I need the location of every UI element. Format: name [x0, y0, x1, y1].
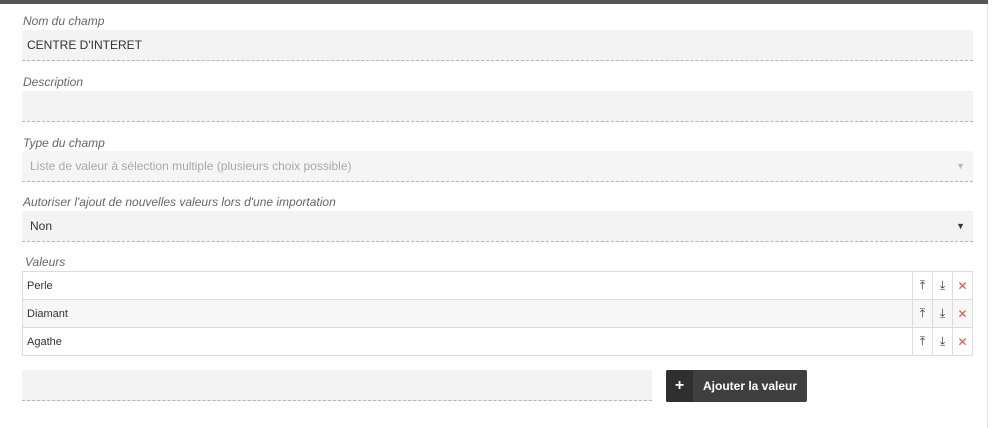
values-label: Valeurs [25, 255, 66, 269]
delete-x-icon[interactable]: ✕ [952, 272, 972, 299]
value-row: Perle ⤒ ⤓ ✕ [23, 272, 972, 300]
new-value-input[interactable] [22, 370, 652, 401]
value-row: Agathe ⤒ ⤓ ✕ [23, 328, 972, 355]
move-to-bottom-icon[interactable]: ⤓ [932, 272, 952, 299]
name-label: Nom du champ [23, 14, 105, 28]
move-to-top-icon[interactable]: ⤒ [912, 300, 932, 327]
scroll-edge [987, 4, 988, 428]
allow-import-select[interactable]: Non ▼ [22, 211, 973, 242]
chevron-down-icon: ▼ [956, 221, 965, 231]
add-value-button[interactable]: + Ajouter la valeur [666, 370, 807, 402]
move-to-top-icon[interactable]: ⤒ [912, 272, 932, 299]
allow-import-label: Autoriser l'ajout de nouvelles valeurs l… [23, 195, 336, 209]
value-row-label: Perle [27, 279, 53, 292]
move-to-top-icon[interactable]: ⤒ [912, 328, 932, 355]
value-row-label: Diamant [27, 307, 68, 320]
description-field[interactable] [22, 91, 973, 122]
move-to-bottom-icon[interactable]: ⤓ [932, 328, 952, 355]
move-to-bottom-icon[interactable]: ⤓ [932, 300, 952, 327]
name-field[interactable]: CENTRE D'INTERET [22, 30, 973, 61]
delete-x-icon[interactable]: ✕ [952, 300, 972, 327]
chevron-down-icon: ▼ [956, 161, 965, 171]
add-value-label: Ajouter la valeur [703, 379, 798, 393]
value-row: Diamant ⤒ ⤓ ✕ [23, 300, 972, 328]
values-table: Perle ⤒ ⤓ ✕ Diamant ⤒ ⤓ ✕ Agathe ⤒ ⤓ ✕ [22, 271, 973, 356]
allow-import-value: Non [30, 219, 53, 233]
delete-x-icon[interactable]: ✕ [952, 328, 972, 355]
top-bar [0, 0, 988, 4]
description-label: Description [23, 75, 84, 89]
type-label: Type du champ [23, 136, 105, 150]
name-value: CENTRE D'INTERET [27, 38, 142, 52]
type-select[interactable]: Liste de valeur à sélection multiple (pl… [22, 151, 973, 182]
type-value: Liste de valeur à sélection multiple (pl… [30, 159, 352, 173]
value-row-label: Agathe [27, 335, 62, 348]
plus-icon: + [666, 370, 693, 402]
